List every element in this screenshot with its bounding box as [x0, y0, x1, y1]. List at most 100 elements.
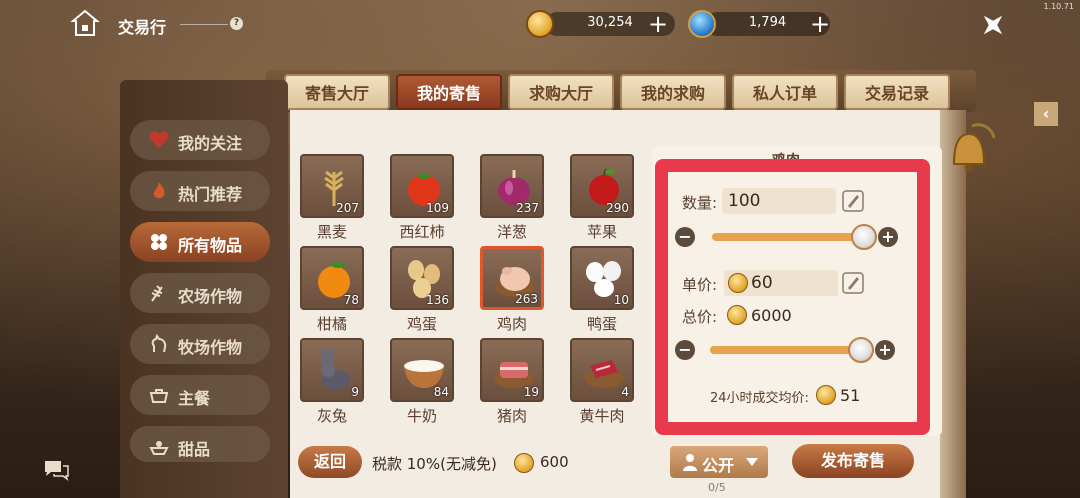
category-farm-crops[interactable]: 农场作物 — [130, 273, 270, 313]
item-count: 263 — [515, 292, 538, 306]
total-price-value: 6000 — [751, 306, 792, 325]
price-slider-track[interactable] — [710, 346, 862, 354]
collapse-arrow-icon[interactable]: ‹ — [1034, 102, 1058, 126]
help-icon[interactable]: ? — [230, 17, 243, 30]
item-count: 84 — [433, 385, 449, 399]
coin-icon — [514, 453, 534, 473]
slot-count: 0/5 — [708, 481, 726, 494]
category-ranch[interactable]: 牧场作物 — [130, 324, 270, 364]
coin-icon — [727, 305, 747, 325]
item-slot-orange[interactable]: 78 — [300, 246, 364, 310]
add-gem-button[interactable]: + — [810, 12, 830, 36]
tab-consign-hall[interactable]: 寄售大厅 — [284, 74, 390, 110]
item-count: 10 — [613, 293, 629, 307]
unit-price-value: 60 — [751, 273, 773, 293]
tab-purchase-hall[interactable]: 求购大厅 — [508, 74, 614, 110]
item-slot-tomato[interactable]: 109 — [390, 154, 454, 218]
rooster-icon — [151, 334, 167, 353]
category-all-items[interactable]: 所有物品 — [130, 222, 270, 262]
quantity-minus-button[interactable]: − — [675, 227, 695, 247]
publish-consign-button[interactable]: 发布寄售 — [792, 444, 914, 478]
avg-price-value: 51 — [840, 386, 861, 405]
category-label: 甜品 — [178, 440, 211, 459]
quantity-label: 数量: — [682, 194, 718, 212]
item-slot-milk[interactable]: 84 — [390, 338, 454, 402]
dessert-icon — [149, 441, 169, 455]
item-count: 9 — [351, 385, 359, 399]
item-count: 207 — [336, 201, 359, 215]
item-slot-egg[interactable]: 136 — [390, 246, 454, 310]
item-count: 109 — [426, 201, 449, 215]
item-slot-onion[interactable]: 237 — [480, 154, 544, 218]
tab-private-orders[interactable]: 私人订单 — [732, 74, 838, 110]
category-main-dish[interactable]: 主餐 — [130, 375, 270, 415]
item-count: 136 — [426, 293, 449, 307]
category-favorites[interactable]: 我的关注 — [130, 120, 270, 160]
heart-icon — [149, 131, 169, 148]
item-slot-pork[interactable]: 19 — [480, 338, 544, 402]
beef-icon — [584, 360, 624, 388]
tab-my-purchase[interactable]: 我的求购 — [620, 74, 726, 110]
tab-my-consign[interactable]: 我的寄售 — [396, 74, 502, 110]
flame-icon — [153, 182, 165, 198]
edit-quantity-icon[interactable] — [842, 190, 864, 212]
item-name: 猪肉 — [496, 407, 527, 425]
chat-icon[interactable] — [42, 458, 70, 482]
price-slider-knob[interactable] — [848, 337, 874, 363]
unit-price-label: 单价: — [682, 276, 718, 294]
item-name: 鸡肉 — [496, 315, 527, 333]
wheat-icon — [151, 285, 163, 302]
title-divider — [180, 24, 228, 25]
visibility-dropdown[interactable]: 公开 — [670, 446, 768, 478]
item-count: 237 — [516, 201, 539, 215]
back-button[interactable]: 返回 — [298, 446, 362, 478]
item-name: 黄牛肉 — [579, 407, 625, 425]
edit-price-icon[interactable] — [842, 272, 864, 294]
tab-trade-records[interactable]: 交易记录 — [844, 74, 950, 110]
item-count: 19 — [523, 385, 539, 399]
price-minus-button[interactable]: − — [675, 340, 695, 360]
item-name: 黑麦 — [316, 223, 347, 241]
item-name: 鸡蛋 — [406, 315, 437, 333]
version-label: 1.10.71 — [1043, 2, 1074, 11]
item-slot-beef[interactable]: 4 — [570, 338, 634, 402]
gem-icon — [688, 10, 716, 38]
category-label: 所有物品 — [178, 236, 243, 255]
pot-icon — [149, 389, 169, 403]
add-gold-button[interactable]: + — [648, 12, 668, 36]
price-plus-button[interactable]: + — [875, 340, 895, 360]
category-label: 我的关注 — [178, 134, 243, 153]
quantity-plus-button[interactable]: + — [878, 227, 898, 247]
item-count: 4 — [621, 385, 629, 399]
item-count: 78 — [343, 293, 359, 307]
person-icon — [683, 454, 697, 471]
clover-icon — [151, 234, 167, 250]
item-slot-chicken[interactable]: 263 — [480, 246, 544, 310]
tax-label: 税款 10%(无减免) — [372, 455, 497, 473]
quantity-slider-knob[interactable] — [851, 224, 877, 250]
coin-icon — [816, 385, 836, 405]
category-dessert[interactable]: 甜品 — [130, 426, 270, 462]
item-name: 苹果 — [586, 223, 617, 241]
page-title: 交易行 — [118, 18, 167, 37]
coin-icon — [728, 273, 748, 293]
item-name: 洋葱 — [496, 223, 527, 241]
category-label: 牧场作物 — [178, 338, 243, 357]
item-name: 牛奶 — [406, 407, 437, 425]
quantity-slider-track[interactable] — [712, 233, 866, 241]
total-price-label: 总价: — [682, 308, 718, 326]
bell-icon — [952, 123, 996, 172]
close-icon[interactable] — [978, 10, 1008, 40]
tax-amount: 600 — [540, 453, 569, 471]
item-slot-apple[interactable]: 290 — [570, 154, 634, 218]
home-icon[interactable] — [70, 8, 100, 38]
item-name: 鸭蛋 — [586, 315, 617, 333]
category-label: 农场作物 — [178, 287, 243, 306]
item-slot-duck-egg[interactable]: 10 — [570, 246, 634, 310]
quantity-input[interactable]: 100 — [722, 188, 836, 214]
category-hot[interactable]: 热门推荐 — [130, 171, 270, 211]
item-name: 柑橘 — [316, 315, 347, 333]
item-slot-rye[interactable]: 207 — [300, 154, 364, 218]
avg-price-label: 24小时成交均价: — [710, 391, 809, 406]
item-slot-gray-rabbit[interactable]: 9 — [300, 338, 364, 402]
